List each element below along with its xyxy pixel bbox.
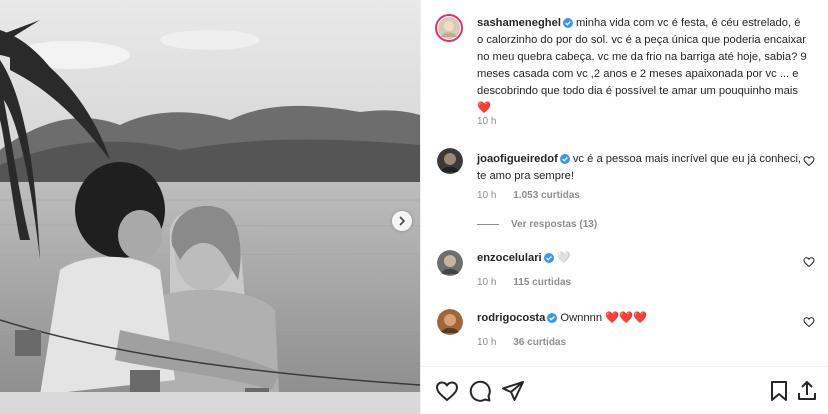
comment-author-name[interactable]: joaofigueiredof	[477, 153, 558, 165]
verified-badge-icon	[547, 313, 558, 323]
caption-time: 10 h	[477, 116, 497, 127]
comment-text-block: enzocelulari 🤍	[477, 250, 807, 267]
caption-block: sashameneghel minha vida com vc é festa, …	[477, 15, 807, 117]
commenter-avatar[interactable]	[437, 250, 463, 276]
avatar-image	[437, 309, 463, 335]
commenter-avatar[interactable]	[437, 309, 463, 335]
avatar-image	[437, 250, 463, 276]
caption-emoji: ❤️	[477, 102, 491, 114]
bookmark-icon[interactable]	[767, 379, 791, 403]
comment-likes[interactable]: 1.053 curtidas	[513, 190, 580, 201]
comments-panel: sashameneghel minha vida com vc é festa, …	[420, 0, 828, 414]
replies-divider	[477, 224, 499, 225]
action-bar	[421, 366, 828, 414]
comment-text: 🤍	[556, 252, 571, 264]
comment-meta: 10 h 115 curtidas	[477, 277, 585, 288]
comment-time: 10 h	[477, 277, 497, 288]
like-comment-heart-icon[interactable]	[803, 155, 815, 167]
view-replies-label[interactable]: Ver respostas (13)	[511, 219, 597, 230]
send-icon[interactable]	[795, 379, 819, 403]
heart-icon[interactable]	[435, 379, 459, 403]
author-avatar[interactable]	[435, 14, 463, 42]
caption-meta: 10 h	[477, 116, 510, 127]
like-comment-heart-icon[interactable]	[803, 256, 815, 268]
comment-text-block: rodrigocosta Ownnnn ❤️❤️❤️	[477, 310, 807, 327]
comment-meta: 10 h 36 curtidas	[477, 337, 580, 348]
avatar-image	[438, 17, 460, 39]
comment-text: Ownnnn	[560, 312, 603, 324]
send-icon[interactable]	[501, 379, 525, 403]
like-comment-heart-icon[interactable]	[803, 316, 815, 328]
comment-time: 10 h	[477, 190, 497, 201]
post-photo[interactable]	[0, 0, 420, 414]
comment-emoji: ❤️❤️❤️	[605, 312, 647, 324]
post-container: sashameneghel minha vida com vc é festa, …	[0, 0, 828, 414]
comment-time: 10 h	[477, 337, 497, 348]
verified-badge-icon	[562, 18, 573, 28]
photo-scene	[0, 0, 420, 414]
verified-badge-icon	[543, 253, 554, 263]
verified-badge-icon	[559, 154, 570, 164]
chevron-right-icon	[399, 216, 406, 226]
comment-likes[interactable]: 36 curtidas	[513, 337, 566, 348]
avatar-image	[437, 148, 463, 174]
caption-author-name[interactable]: sashameneghel	[477, 17, 561, 29]
view-replies[interactable]: Ver respostas (13)	[477, 219, 597, 230]
comment-likes[interactable]: 115 curtidas	[513, 277, 571, 288]
comment-author-name[interactable]: enzocelulari	[477, 252, 542, 264]
next-photo-button[interactable]	[392, 211, 412, 231]
comment-icon[interactable]	[468, 379, 492, 403]
comment-meta: 10 h 1.053 curtidas	[477, 190, 594, 201]
commenter-avatar[interactable]	[437, 148, 463, 174]
comment-text-block: joaofigueiredof vc é a pessoa mais incrív…	[477, 151, 807, 185]
comment-author-name[interactable]: rodrigocosta	[477, 312, 545, 324]
caption-text: minha vida com vc é festa, é céu estrela…	[477, 17, 807, 97]
